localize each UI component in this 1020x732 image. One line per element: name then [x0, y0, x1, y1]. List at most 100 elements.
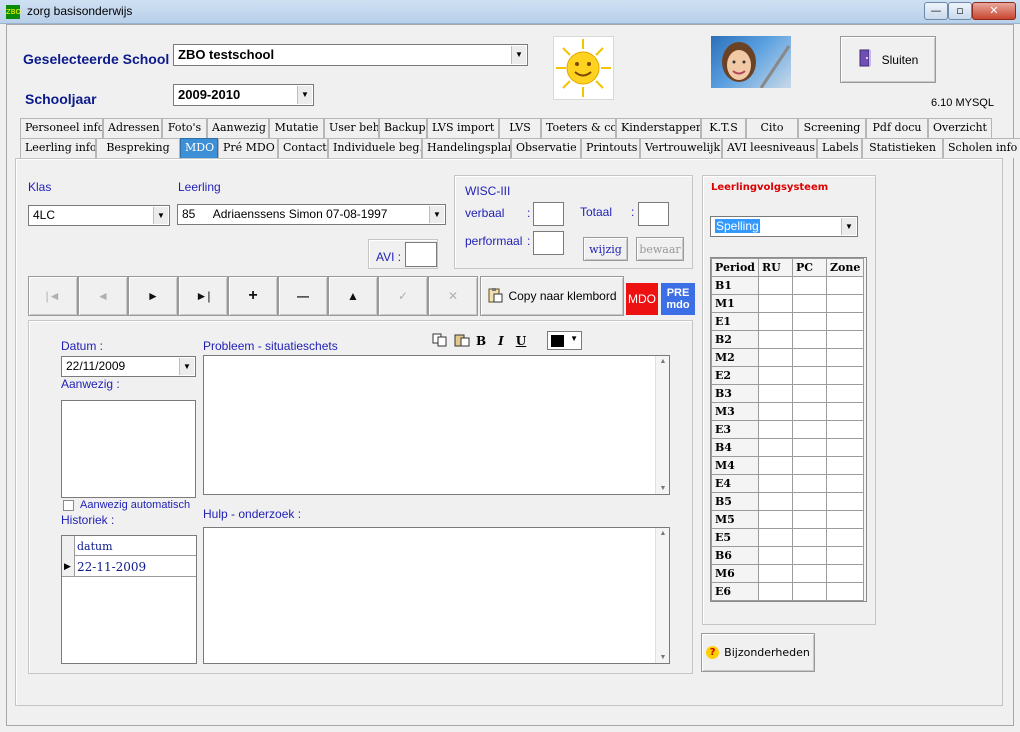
lvs-value-cell[interactable] [792, 384, 827, 403]
tab-scholen-info[interactable]: Scholen info [943, 138, 1020, 158]
close-app-button[interactable]: Sluiten [840, 36, 936, 83]
lvs-value-cell[interactable] [825, 510, 865, 529]
tab-labels[interactable]: Labels [817, 138, 862, 158]
lvs-value-cell[interactable] [758, 510, 793, 529]
lvs-value-cell[interactable] [792, 492, 827, 511]
lvs-value-cell[interactable] [825, 276, 865, 295]
scroll-up-icon[interactable]: ▲ [656, 530, 670, 537]
scrollbar[interactable]: ▲ ▼ [655, 356, 669, 494]
lvs-value-cell[interactable] [792, 276, 827, 295]
underline-button[interactable]: U [516, 334, 526, 348]
color-picker[interactable]: ▼ [547, 331, 582, 350]
delete-record-button[interactable]: — [278, 276, 328, 316]
lvs-value-cell[interactable] [825, 456, 865, 475]
lvs-select[interactable]: Spelling ▼ [710, 216, 858, 237]
last-record-button[interactable]: ►| [178, 276, 228, 316]
lvs-value-cell[interactable] [825, 402, 865, 421]
confirm-button[interactable]: ✓ [378, 276, 428, 316]
klas-select[interactable]: 4LC ▼ [28, 205, 170, 226]
scroll-up-icon[interactable]: ▲ [656, 358, 670, 365]
leerling-select[interactable]: 85 Adriaenssens Simon 07-08-1997 ▼ [177, 204, 446, 225]
lvs-row[interactable]: M2 [711, 348, 865, 367]
lvs-row[interactable]: E5 [711, 528, 865, 547]
title-bar[interactable] [0, 0, 1020, 24]
tab-cito[interactable]: Cito [746, 118, 798, 138]
lvs-row[interactable]: E3 [711, 420, 865, 439]
verbaal-field[interactable] [533, 202, 564, 226]
lvs-row[interactable]: B4 [711, 438, 865, 457]
aanwezig-auto-checkbox[interactable] [63, 500, 74, 511]
tab-avi-leesniveaus[interactable]: AVI leesniveaus [722, 138, 817, 158]
lvs-row[interactable]: M1 [711, 294, 865, 313]
lvs-value-cell[interactable] [792, 582, 827, 601]
lvs-value-cell[interactable] [792, 366, 827, 385]
lvs-row[interactable]: M4 [711, 456, 865, 475]
tab-printouts[interactable]: Printouts [581, 138, 640, 158]
prev-record-button[interactable]: ◄ [78, 276, 128, 316]
bijzonderheden-button[interactable]: ? Bijzonderheden [701, 633, 815, 672]
lvs-value-cell[interactable] [758, 546, 793, 565]
tab-k-t-s[interactable]: K.T.S [701, 118, 746, 138]
hulp-textarea[interactable]: ▲ ▼ [203, 527, 670, 664]
lvs-value-cell[interactable] [825, 438, 865, 457]
lvs-value-cell[interactable] [758, 420, 793, 439]
lvs-row[interactable]: B1 [711, 276, 865, 295]
lvs-value-cell[interactable] [825, 474, 865, 493]
lvs-grid[interactable]: Period RU PC Zone B1 M1 E1 B2 M2 E2 B3 M3 E3 B4 M4 E4 B… [711, 258, 865, 601]
lvs-value-cell[interactable] [825, 420, 865, 439]
lvs-value-cell[interactable] [758, 528, 793, 547]
tab-user-beh[interactable]: User beh [324, 118, 379, 138]
bewaar-button[interactable]: bewaar [636, 237, 684, 261]
tab-statistieken[interactable]: Statistieken [862, 138, 943, 158]
tab-foto-s[interactable]: Foto's [162, 118, 207, 138]
totaal-field[interactable] [638, 202, 669, 226]
datum-select[interactable]: 22/11/2009 ▼ [61, 356, 196, 377]
tab-individuele-beg[interactable]: Individuele beg. [328, 138, 422, 158]
lvs-row[interactable]: E2 [711, 366, 865, 385]
lvs-value-cell[interactable] [792, 510, 827, 529]
lvs-row[interactable]: E6 [711, 582, 865, 601]
lvs-value-cell[interactable] [792, 294, 827, 313]
italic-button[interactable]: I [498, 334, 504, 348]
lvs-row[interactable]: M3 [711, 402, 865, 421]
probleem-textarea[interactable]: ▲ ▼ [203, 355, 670, 495]
pre-mdo-button[interactable]: PRE mdo [661, 283, 695, 315]
lvs-value-cell[interactable] [792, 312, 827, 331]
lvs-value-cell[interactable] [792, 348, 827, 367]
tab-mdo[interactable]: MDO [180, 138, 218, 158]
lvs-value-cell[interactable] [792, 456, 827, 475]
lvs-value-cell[interactable] [825, 366, 865, 385]
bold-button[interactable]: B [476, 334, 486, 348]
lvs-value-cell[interactable] [758, 474, 793, 493]
lvs-value-cell[interactable] [758, 492, 793, 511]
lvs-row[interactable]: B6 [711, 546, 865, 565]
lvs-value-cell[interactable] [792, 402, 827, 421]
lvs-value-cell[interactable] [825, 348, 865, 367]
avi-field[interactable] [405, 242, 437, 267]
tab-lvs-import[interactable]: LVS import [427, 118, 499, 138]
lvs-value-cell[interactable] [792, 564, 827, 583]
lvs-value-cell[interactable] [758, 384, 793, 403]
lvs-value-cell[interactable] [792, 420, 827, 439]
copy-icon[interactable] [432, 333, 448, 350]
lvs-row[interactable]: B5 [711, 492, 865, 511]
lvs-value-cell[interactable] [758, 456, 793, 475]
tab-toeters-co[interactable]: Toeters & co [541, 118, 616, 138]
lvs-value-cell[interactable] [825, 582, 865, 601]
lvs-value-cell[interactable] [758, 294, 793, 313]
minimize-button[interactable]: — [924, 2, 948, 20]
tab-leerling-info[interactable]: Leerling info [20, 138, 96, 158]
lvs-value-cell[interactable] [825, 546, 865, 565]
first-record-button[interactable]: |◄ [28, 276, 78, 316]
tab-overzicht[interactable]: Overzicht [928, 118, 992, 138]
school-select[interactable]: ZBO testschool ▼ [173, 44, 528, 66]
tab-observatie[interactable]: Observatie [511, 138, 581, 158]
lvs-value-cell[interactable] [825, 384, 865, 403]
lvs-value-cell[interactable] [825, 564, 865, 583]
lvs-value-cell[interactable] [758, 276, 793, 295]
lvs-value-cell[interactable] [758, 330, 793, 349]
lvs-value-cell[interactable] [825, 492, 865, 511]
lvs-value-cell[interactable] [825, 312, 865, 331]
tab-bespreking[interactable]: Bespreking [96, 138, 180, 158]
lvs-value-cell[interactable] [792, 474, 827, 493]
